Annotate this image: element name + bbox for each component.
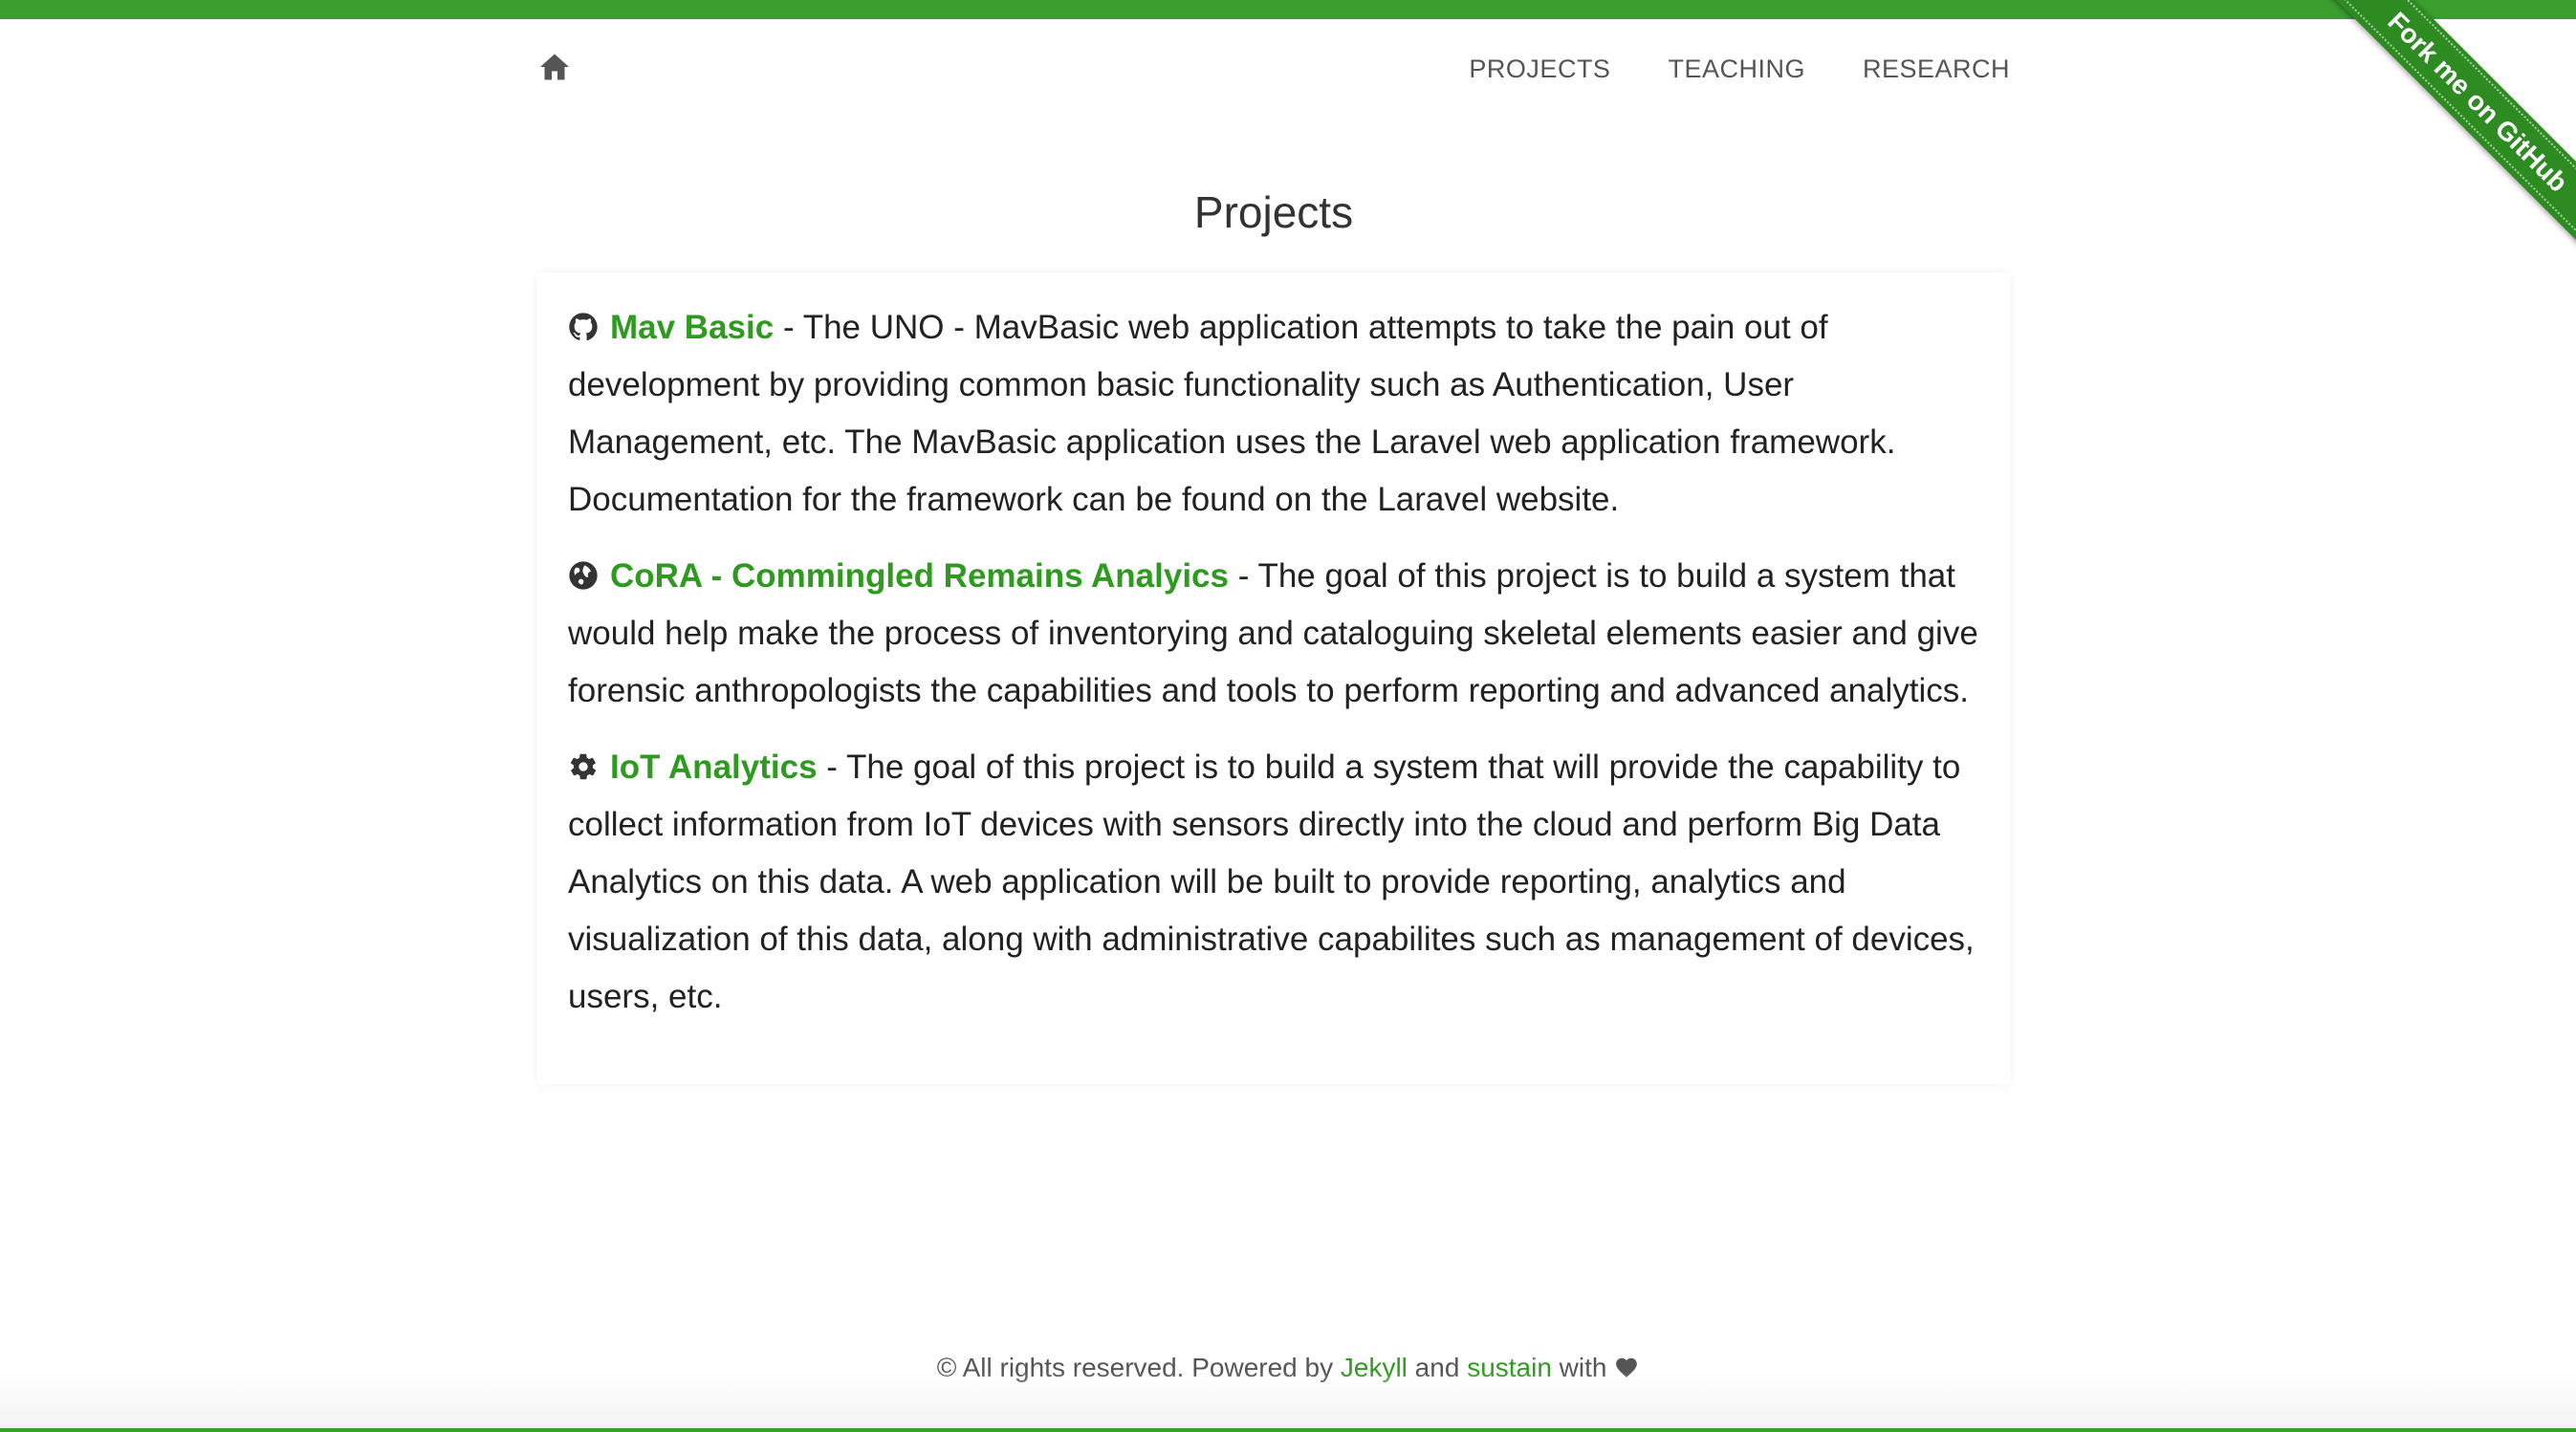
home-link[interactable] bbox=[537, 50, 572, 84]
project-item: CoRA - Commingled Remains Analyics - The… bbox=[568, 548, 1979, 720]
page-title: Projects bbox=[1193, 187, 1354, 237]
fork-me-ribbon[interactable]: Fork me on GitHub bbox=[2327, 0, 2576, 249]
top-accent-bar bbox=[0, 0, 2576, 19]
nav-research[interactable]: RESEARCH bbox=[1863, 48, 2010, 90]
bottom-accent-line bbox=[0, 1428, 2576, 1432]
github-ribbon-container: Fork me on GitHub bbox=[2327, 0, 2576, 249]
home-icon bbox=[537, 50, 572, 84]
gear-icon bbox=[568, 751, 599, 782]
project-link-iot-analytics[interactable]: IoT Analytics bbox=[610, 749, 818, 786]
github-icon bbox=[568, 312, 599, 342]
nav-teaching[interactable]: TEACHING bbox=[1668, 48, 1805, 90]
project-description: - The goal of this project is to build a… bbox=[568, 749, 1975, 1015]
project-link-cora[interactable]: CoRA - Commingled Remains Analyics bbox=[610, 557, 1229, 595]
top-nav: PROJECTS TEACHING RESEARCH bbox=[537, 48, 2010, 96]
nav-projects[interactable]: PROJECTS bbox=[1469, 48, 1610, 90]
footer-shade bbox=[0, 1371, 2576, 1428]
nav-links: PROJECTS TEACHING RESEARCH bbox=[1469, 48, 2010, 90]
project-item: Mav Basic - The UNO - MavBasic web appli… bbox=[568, 299, 1979, 529]
project-item: IoT Analytics - The goal of this project… bbox=[568, 739, 1979, 1026]
projects-card: Mav Basic - The UNO - MavBasic web appli… bbox=[537, 272, 2010, 1085]
globe-icon bbox=[568, 560, 599, 591]
project-link-mav-basic[interactable]: Mav Basic bbox=[610, 309, 774, 346]
